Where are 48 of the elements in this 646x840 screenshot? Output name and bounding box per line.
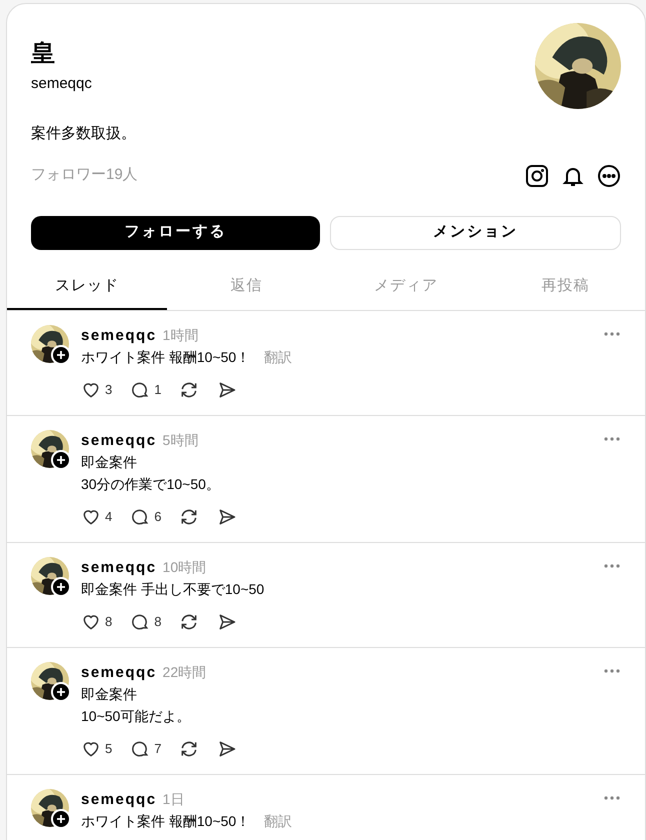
follow-plus-icon[interactable]: [51, 576, 71, 596]
like-count: 5: [105, 740, 112, 758]
post-text: ホワイト案件 報酬10~50！: [81, 812, 250, 830]
reply-count: 1: [154, 380, 162, 399]
comment-icon[interactable]: [130, 506, 150, 526]
follow-plus-icon[interactable]: [51, 808, 71, 828]
post-username[interactable]: semeqqc: [81, 430, 157, 450]
follow-plus-icon[interactable]: [51, 344, 71, 364]
post-text: 即金案件 10~50可能だよ。: [81, 684, 190, 726]
post-time: 10時間: [162, 558, 206, 576]
reply-count: 7: [154, 740, 162, 758]
like-count: 8: [105, 612, 112, 631]
post-text: ホワイト案件 報酬10~50！: [81, 348, 250, 366]
post-text: 即金案件 手出し不要で10~50: [81, 580, 264, 598]
post-time: 22時間: [162, 662, 206, 682]
mention-button[interactable]: メンション: [330, 216, 621, 250]
repost-icon[interactable]: [179, 738, 200, 758]
post-username[interactable]: semeqqc: [81, 326, 157, 346]
reply-count: 6: [154, 508, 162, 526]
send-icon[interactable]: [217, 738, 238, 758]
send-icon[interactable]: [217, 506, 238, 526]
follow-plus-icon[interactable]: [51, 450, 71, 470]
send-icon[interactable]: [217, 612, 238, 632]
follow-button[interactable]: フォローする: [31, 216, 320, 250]
post-time: 1時間: [162, 326, 198, 344]
follow-plus-icon[interactable]: [51, 682, 71, 702]
repost-icon[interactable]: [179, 380, 200, 400]
post-username[interactable]: semeqqc: [81, 790, 157, 810]
comment-icon[interactable]: [130, 612, 150, 632]
post-text: 即金案件 30分の作業で10~50。: [81, 452, 220, 494]
like-count: 4: [105, 508, 112, 526]
post-time: 5時間: [162, 430, 198, 450]
reply-count: 8: [154, 612, 162, 631]
post-username[interactable]: semeqqc: [81, 662, 157, 682]
profile-name: 皇: [31, 39, 56, 69]
profile-tab[interactable]: スレッド: [7, 266, 166, 310]
post-username[interactable]: semeqqc: [81, 558, 157, 578]
instagram-icon[interactable]: [525, 164, 549, 188]
more-icon[interactable]: [597, 164, 621, 188]
like-count: 3: [105, 380, 112, 399]
repost-icon[interactable]: [179, 612, 200, 632]
profile-handle: semeqqc: [31, 74, 92, 94]
comment-icon[interactable]: [130, 380, 150, 400]
comment-icon[interactable]: [130, 738, 150, 758]
send-icon[interactable]: [217, 380, 238, 400]
post-time: 1日: [162, 790, 184, 808]
profile-bio: 案件多数取扱。: [31, 124, 137, 144]
repost-icon[interactable]: [179, 506, 200, 526]
